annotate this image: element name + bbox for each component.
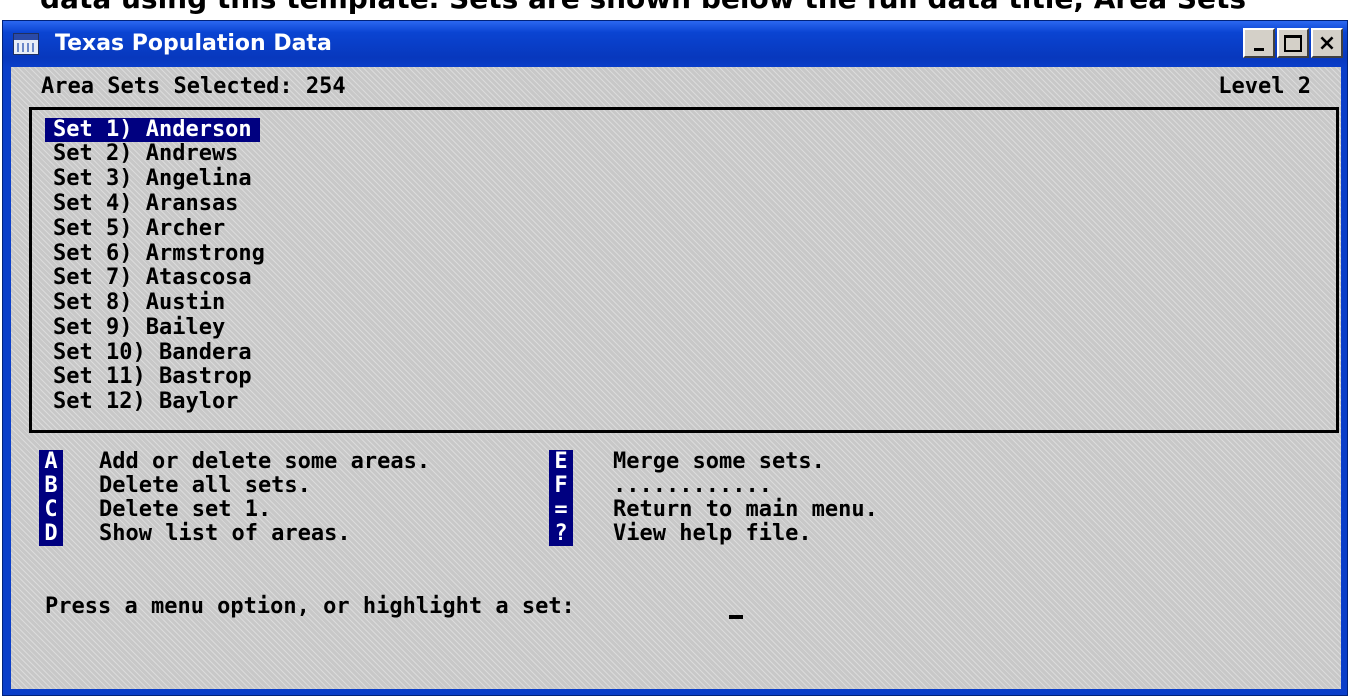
minimize-button[interactable] <box>1243 28 1275 58</box>
sets-listbox[interactable]: Set 1) Anderson Set 2) Andrews Set 3) An… <box>29 107 1339 433</box>
set-list-item[interactable]: Set 5) Archer <box>45 217 233 241</box>
menu-key-equals[interactable]: = <box>549 498 573 522</box>
menu-option-return-main-menu[interactable]: Return to main menu. <box>613 498 878 522</box>
menu-key-c[interactable]: C <box>39 498 63 522</box>
set-list-item[interactable]: Set 12) Baylor <box>45 390 246 414</box>
menu-option-f-placeholder[interactable]: ............ <box>613 474 772 498</box>
menu-key-d[interactable]: D <box>39 522 63 546</box>
app-window: Texas Population Data × Area Sets Select… <box>2 20 1348 696</box>
page-top-text: data using this template. Sets are shown… <box>40 0 1246 15</box>
page-top-text-clip: data using this template. Sets are shown… <box>0 0 1352 20</box>
level-indicator: Level 2 <box>1218 74 1311 99</box>
close-icon: × <box>1317 30 1337 56</box>
menu-option-merge-sets[interactable]: Merge some sets. <box>613 450 825 474</box>
maximize-icon <box>1284 34 1302 52</box>
menu-key-f[interactable]: F <box>549 474 573 498</box>
title-bar[interactable]: Texas Population Data × <box>3 21 1347 67</box>
menu-option-add-delete-areas[interactable]: Add or delete some areas. <box>99 450 430 474</box>
menu-key-b[interactable]: B <box>39 474 63 498</box>
set-list-item[interactable]: Set 3) Angelina <box>45 167 260 191</box>
area-sets-selected: Area Sets Selected: 254 <box>41 74 346 99</box>
set-list-item[interactable]: Set 7) Atascosa <box>45 266 260 290</box>
console-area: Area Sets Selected: 254 Level 2 Set 1) A… <box>11 67 1341 689</box>
set-list-item[interactable]: Set 2) Andrews <box>45 142 246 166</box>
maximize-button[interactable] <box>1277 28 1309 58</box>
set-list-item[interactable]: Set 9) Bailey <box>45 316 233 340</box>
set-list-item[interactable]: Set 10) Bandera <box>45 341 260 365</box>
set-list-item[interactable]: Set 4) Aransas <box>45 192 246 216</box>
text-cursor[interactable] <box>729 615 743 619</box>
set-list-item[interactable]: Set 11) Bastrop <box>45 365 260 389</box>
menu-key-question[interactable]: ? <box>549 522 573 546</box>
menu-key-e[interactable]: E <box>549 450 573 474</box>
minimize-icon <box>1254 47 1264 51</box>
close-button[interactable]: × <box>1311 28 1343 58</box>
set-list-item[interactable]: Set 8) Austin <box>45 291 233 315</box>
window-title: Texas Population Data <box>55 31 332 56</box>
set-list-item-selected[interactable]: Set 1) Anderson <box>45 118 260 142</box>
menu-option-delete-set-1[interactable]: Delete set 1. <box>99 498 271 522</box>
command-prompt: Press a menu option, or highlight a set: <box>45 594 575 619</box>
menu-option-delete-all-sets[interactable]: Delete all sets. <box>99 474 311 498</box>
set-list-item[interactable]: Set 6) Armstrong <box>45 242 273 266</box>
menu-option-view-help[interactable]: View help file. <box>613 522 812 546</box>
app-spreadsheet-icon[interactable] <box>13 33 39 55</box>
menu-option-show-list-areas[interactable]: Show list of areas. <box>99 522 351 546</box>
menu-key-a[interactable]: A <box>39 450 63 474</box>
